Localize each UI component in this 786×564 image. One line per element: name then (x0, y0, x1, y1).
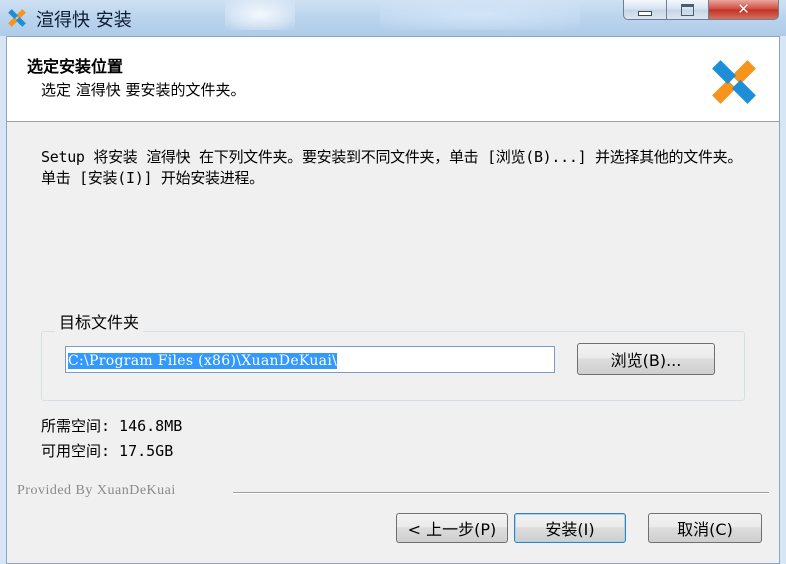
minimize-icon (638, 11, 652, 16)
back-button[interactable]: < 上一步(P) (396, 513, 508, 543)
destination-path-value: C:\Program Files (x86)\XuanDeKuai\ (68, 353, 338, 369)
title-bar-glow (225, 0, 295, 30)
title-bar[interactable]: 渲得快 安装 ✕ (0, 0, 786, 36)
window-title: 渲得快 安装 (36, 10, 132, 31)
minimize-button[interactable] (623, 0, 667, 20)
space-required: 所需空间: 146.8MB (41, 417, 183, 435)
close-icon: ✕ (737, 0, 750, 18)
footer-divider (233, 492, 769, 494)
brand-logo-icon (712, 60, 756, 104)
cancel-button[interactable]: 取消(C) (648, 513, 762, 543)
installer-dialog: 选定安装位置 选定 渲得快 要安装的文件夹。 Setup 将安装 渲得快 在下列… (6, 36, 780, 564)
page-title: 选定安装位置 (27, 57, 124, 76)
maximize-icon (681, 3, 694, 16)
page-subtitle: 选定 渲得快 要安装的文件夹。 (41, 81, 246, 99)
title-bar-glow (380, 0, 580, 30)
app-icon[interactable] (6, 7, 28, 29)
destination-group-label: 目标文件夹 (55, 309, 144, 333)
space-available: 可用空间: 17.5GB (41, 442, 174, 460)
install-button[interactable]: 安装(I) (514, 513, 626, 543)
destination-path-input[interactable]: C:\Program Files (x86)\XuanDeKuai\ (65, 346, 555, 373)
branding-text: Provided By XuanDeKuai (17, 483, 176, 498)
maximize-button[interactable] (667, 0, 709, 20)
instructions-text: Setup 将安装 渲得快 在下列文件夹。要安装到不同文件夹，单击 [浏览(B)… (41, 148, 743, 187)
browse-button[interactable]: 浏览(B)... (577, 343, 715, 375)
page-header: 选定安装位置 选定 渲得快 要安装的文件夹。 (7, 37, 779, 122)
close-button[interactable]: ✕ (709, 0, 779, 20)
